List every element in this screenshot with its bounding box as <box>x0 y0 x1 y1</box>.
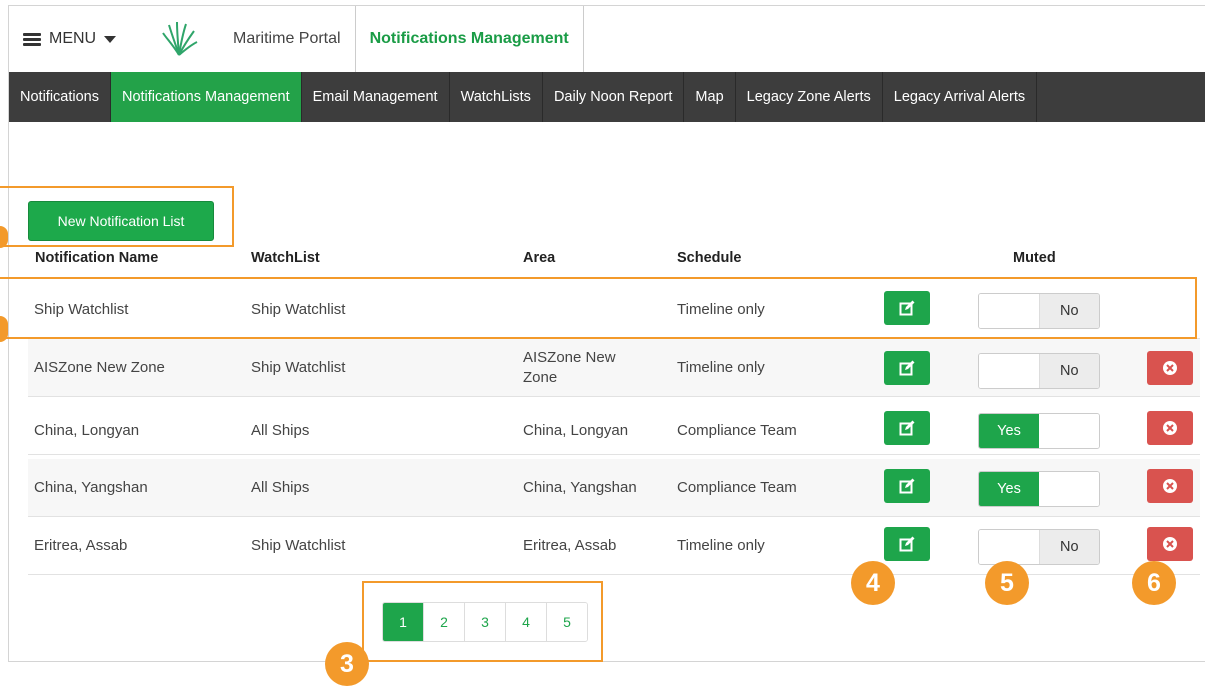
muted-toggle[interactable]: Yes <box>978 413 1100 449</box>
menu-label: MENU <box>49 30 97 47</box>
edit-icon <box>899 536 915 552</box>
watchlist-name: Ship Watchlist <box>251 359 346 376</box>
nav-item-email-management[interactable]: Email Management <box>302 72 450 122</box>
muted-toggle-label: Yes <box>979 472 1039 506</box>
watchlist-name: All Ships <box>251 479 310 496</box>
nav-item-notifications[interactable]: Notifications <box>9 72 111 122</box>
muted-toggle-label: No <box>1038 530 1099 564</box>
column-header-name: Notification Name <box>35 250 159 266</box>
nav-item-map[interactable]: Map <box>684 72 736 122</box>
notification-name: Eritrea, Assab <box>34 537 128 554</box>
hamburger-icon <box>23 32 41 46</box>
table-row: China, Yangshan All Ships China, Yangsha… <box>28 459 1200 517</box>
portal-logo <box>149 6 209 72</box>
app-header: MENU Maritime Portal Notifications Manag… <box>9 6 1205 72</box>
close-circle-icon <box>1163 479 1177 493</box>
edit-button[interactable] <box>884 527 930 561</box>
nav-item-daily-noon-report[interactable]: Daily Noon Report <box>543 72 685 122</box>
area-name: AISZone New Zone <box>523 349 616 386</box>
nav-item-notifications-management[interactable]: Notifications Management <box>110 72 302 122</box>
watchlist-name: All Ships <box>251 422 310 439</box>
edit-icon <box>899 420 915 436</box>
column-header-muted: Muted <box>1013 250 1056 266</box>
nav-item-legacy-zone-alerts[interactable]: Legacy Zone Alerts <box>736 72 883 122</box>
muted-toggle-label: Yes <box>979 414 1039 448</box>
callout-badge-3: 3 <box>325 642 369 686</box>
table-row: Eritrea, Assab Ship Watchlist Eritrea, A… <box>28 517 1200 575</box>
schedule: Compliance Team <box>677 479 797 496</box>
muted-toggle-label: No <box>1038 354 1099 388</box>
muted-toggle[interactable]: Yes <box>978 471 1100 507</box>
edit-button[interactable] <box>884 469 930 503</box>
callout-box-pagination <box>362 581 603 662</box>
menu-button[interactable]: MENU <box>9 6 149 72</box>
notification-name: China, Yangshan <box>34 479 148 496</box>
caret-down-icon <box>104 35 117 43</box>
delete-button[interactable] <box>1147 411 1193 445</box>
main-nav: Notifications Notifications Management E… <box>9 72 1205 122</box>
edit-icon <box>899 360 915 376</box>
callout-badge-5: 5 <box>985 561 1029 605</box>
schedule: Compliance Team <box>677 422 797 439</box>
edit-button[interactable] <box>884 351 930 385</box>
current-page-title: Notifications Management <box>354 6 584 72</box>
callout-marker-2 <box>0 316 8 342</box>
muted-toggle[interactable]: No <box>978 529 1100 565</box>
callout-box-new-list <box>0 186 234 247</box>
nav-item-legacy-arrival-alerts[interactable]: Legacy Arrival Alerts <box>883 72 1038 122</box>
close-circle-icon <box>1163 537 1177 551</box>
close-circle-icon <box>1163 361 1177 375</box>
area-name: China, Longyan <box>523 422 629 439</box>
portal-name[interactable]: Maritime Portal <box>209 6 355 72</box>
delete-button[interactable] <box>1147 527 1193 561</box>
table-row: China, Longyan All Ships China, Longyan … <box>28 397 1200 455</box>
delete-button[interactable] <box>1147 351 1193 385</box>
edit-button[interactable] <box>884 411 930 445</box>
area-name: Eritrea, Assab <box>523 537 617 554</box>
delete-button[interactable] <box>1147 469 1193 503</box>
edit-icon <box>899 478 915 494</box>
callout-badge-4: 4 <box>851 561 895 605</box>
watchlist-name: Ship Watchlist <box>251 537 346 554</box>
column-header-area: Area <box>523 250 556 266</box>
callout-badge-6: 6 <box>1132 561 1176 605</box>
muted-toggle[interactable]: No <box>978 353 1100 389</box>
table-row: AISZone New Zone Ship Watchlist AISZone … <box>28 339 1200 397</box>
notification-name: AISZone New Zone <box>34 359 165 376</box>
column-header-schedule: Schedule <box>677 250 742 266</box>
close-circle-icon <box>1163 421 1177 435</box>
schedule: Timeline only <box>677 359 765 376</box>
nav-item-watchlists[interactable]: WatchLists <box>450 72 543 122</box>
callout-box-first-row <box>0 277 1197 339</box>
notification-name: China, Longyan <box>34 422 140 439</box>
area-name: China, Yangshan <box>523 479 637 496</box>
schedule: Timeline only <box>677 537 765 554</box>
column-header-watchlist: WatchList <box>251 250 320 266</box>
